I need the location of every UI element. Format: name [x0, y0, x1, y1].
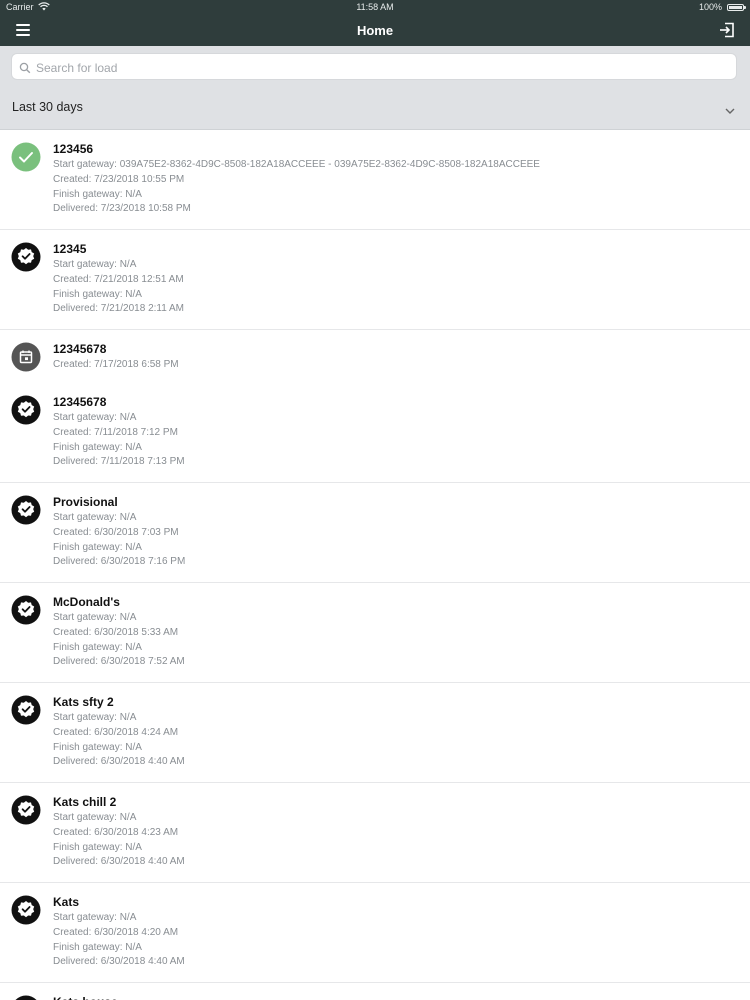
battery-icon — [727, 4, 746, 11]
list-item[interactable]: 123456 Start gateway: 039A75E2-8362-4D9C-… — [0, 130, 750, 230]
load-detail: Created: 6/30/2018 4:23 AM — [53, 826, 179, 838]
load-detail: Start gateway: N/A — [53, 812, 137, 823]
list-item[interactable]: Kats Start gateway: N/A Created: 6/30/2018… — [0, 883, 750, 983]
date-range-label: Last 30 days — [12, 100, 83, 114]
load-detail: Delivered: 6/30/2018 7:52 AM — [53, 656, 185, 668]
load-detail: Created: 6/30/2018 4:20 AM — [53, 926, 179, 938]
load-detail: Start gateway: N/A — [53, 912, 137, 923]
list-item[interactable]: 12345678 Created: 7/17/2018 6:58 PM — [0, 330, 750, 383]
load-title: Provisional — [53, 495, 118, 509]
load-title: McDonald's — [53, 595, 120, 609]
load-detail: Created: 6/30/2018 4:24 AM — [53, 726, 179, 738]
load-detail: Delivered: 7/11/2018 7:13 PM — [53, 456, 185, 468]
check-circle-green-icon — [11, 142, 41, 172]
search-filter-area: Last 30 days — [0, 46, 750, 130]
list-item[interactable]: Kats chill 2 Start gateway: N/A Created: 6… — [0, 783, 750, 883]
hamburger-menu-icon[interactable] — [14, 22, 34, 38]
load-detail: Created: 7/17/2018 6:58 PM — [53, 359, 179, 370]
chevron-down-icon — [724, 103, 736, 114]
verified-badge-icon — [11, 495, 41, 525]
load-detail: Delivered: 6/30/2018 7:16 PM — [53, 556, 186, 568]
verified-badge-icon — [11, 695, 41, 725]
load-detail: Start gateway: N/A — [53, 712, 137, 723]
load-detail: Delivered: 6/30/2018 4:40 AM — [53, 756, 185, 768]
load-detail: Finish gateway: N/A — [53, 941, 142, 953]
calendar-icon — [11, 342, 41, 372]
load-detail: Finish gateway: N/A — [53, 288, 142, 300]
clock-label: 11:58 AM — [356, 2, 394, 12]
load-detail: Delivered: 6/30/2018 4:40 AM — [53, 856, 185, 868]
search-icon — [19, 61, 31, 74]
load-detail: Delivered: 7/23/2018 10:58 PM — [53, 203, 191, 215]
logout-icon[interactable] — [718, 21, 736, 39]
list-item[interactable]: McDonald's Start gateway: N/A Created: 6/3… — [0, 583, 750, 683]
search-box — [11, 53, 737, 80]
load-detail: Start gateway: N/A — [53, 512, 137, 523]
load-title: 12345678 — [53, 395, 107, 409]
date-range-dropdown[interactable]: Last 30 days — [0, 87, 750, 129]
load-detail: Created: 7/11/2018 7:12 PM — [53, 426, 178, 438]
load-list: 123456 Start gateway: 039A75E2-8362-4D9C-… — [0, 130, 750, 1000]
load-detail: Created: 6/30/2018 5:33 AM — [53, 626, 179, 638]
status-bar: Carrier 11:58 AM 100% — [0, 0, 750, 14]
list-item[interactable]: Kats sfty 2 Start gateway: N/A Created: 6/… — [0, 683, 750, 783]
navigation-bar: Home — [0, 14, 750, 46]
load-detail: Start gateway: N/A — [53, 412, 137, 423]
load-detail: Start gateway: N/A — [53, 259, 137, 270]
list-item[interactable]: 12345678 Start gateway: N/A Created: 7/11/… — [0, 383, 750, 483]
verified-badge-icon — [11, 595, 41, 625]
load-detail: Delivered: 6/30/2018 4:40 AM — [53, 956, 185, 968]
verified-badge-icon — [11, 242, 41, 272]
load-detail: Finish gateway: N/A — [53, 188, 142, 200]
load-title: Kats chill 2 — [53, 795, 117, 809]
load-detail: Start gateway: N/A — [53, 612, 137, 623]
load-detail: Finish gateway: N/A — [53, 441, 142, 453]
search-input[interactable] — [34, 57, 728, 79]
load-detail: Delivered: 7/21/2018 2:11 AM — [53, 303, 185, 315]
load-title: 12345 — [53, 242, 87, 256]
load-detail: Created: 7/21/2018 12:51 AM — [53, 273, 184, 285]
load-detail: Created: 6/30/2018 7:03 PM — [53, 526, 179, 538]
battery-percent: 100% — [698, 2, 722, 12]
load-detail: Finish gateway: N/A — [53, 841, 142, 853]
verified-badge-icon — [11, 895, 41, 925]
verified-badge-icon — [11, 995, 41, 1000]
verified-badge-icon — [11, 795, 41, 825]
load-detail: Start gateway: 039A75E2-8362-4D9C-8508-1… — [53, 159, 540, 170]
load-title: Kats — [53, 895, 80, 909]
list-item[interactable]: 12345 Start gateway: N/A Created: 7/21/201… — [0, 230, 750, 330]
load-detail: Finish gateway: N/A — [53, 641, 142, 653]
list-item[interactable]: Provisional Start gateway: N/A Created: 6/… — [0, 483, 750, 583]
page-title: Home — [356, 23, 394, 38]
load-title: 123456 — [53, 142, 94, 156]
load-detail: Finish gateway: N/A — [53, 741, 142, 753]
load-detail: Finish gateway: N/A — [53, 541, 142, 553]
load-detail: Created: 7/23/2018 10:55 PM — [53, 173, 185, 185]
list-item[interactable]: Kats house — [0, 983, 750, 1000]
verified-badge-icon — [11, 395, 41, 425]
top-bar: Carrier 11:58 AM 100% Home — [0, 0, 750, 46]
load-title: Kats house — [53, 995, 118, 1000]
load-title: 12345678 — [53, 342, 107, 356]
load-title: Kats sfty 2 — [53, 695, 114, 709]
